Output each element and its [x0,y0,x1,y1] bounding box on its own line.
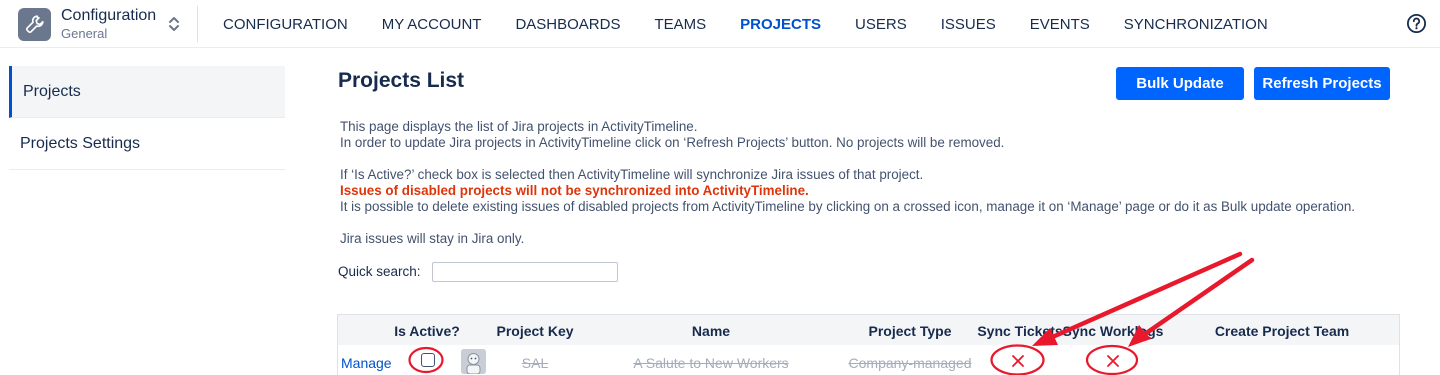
sync-worklogs-disabled-icon[interactable] [1105,353,1121,369]
column-header-sync-tickets[interactable]: Sync Tickets [977,323,1062,339]
nav-item-configuration[interactable]: CONFIGURATION [206,0,365,48]
sidebar-item-projects[interactable]: Projects [9,66,285,118]
description-line: It is possible to delete existing issues… [340,199,1356,214]
column-header-project-key[interactable]: Project Key [496,323,573,339]
app-subtitle: General [61,26,108,41]
nav-item-users[interactable]: USERS [838,0,924,48]
projects-table: Is Active? Project Key Name Project Type… [337,314,1400,375]
column-header-is-active[interactable]: Is Active? [394,323,460,339]
app-switcher[interactable]: Configuration General [18,6,188,42]
description-line: If ‘Is Active?’ check box is selected th… [340,167,924,182]
nav-item-dashboards[interactable]: DASHBOARDS [498,0,637,48]
column-header-sync-worklogs[interactable]: Sync Worklogs [1063,323,1164,339]
quick-search-input[interactable] [432,262,618,282]
column-header-project-type[interactable]: Project Type [869,323,952,339]
main-nav: CONFIGURATION MY ACCOUNT DASHBOARDS TEAM… [206,0,1285,48]
description-line: Jira issues will stay in Jira only. [340,231,525,246]
chevron-up-down-icon [168,15,180,38]
is-active-checkbox[interactable] [421,353,435,367]
top-navigation-bar: Configuration General CONFIGURATION MY A… [0,0,1440,48]
project-type-cell: Company-managed [848,355,972,371]
nav-item-projects[interactable]: PROJECTS [723,0,838,48]
project-name-cell: A Salute to New Workers [633,355,789,371]
question-circle-icon[interactable] [1406,13,1427,34]
description-line: In order to update Jira projects in Acti… [340,135,1005,150]
page-title: Projects List [338,69,465,92]
description-line: This page displays the list of Jira proj… [340,119,698,134]
app-title: Configuration [61,7,157,24]
wrench-icon [18,7,51,41]
project-avatar-icon [461,349,486,374]
nav-item-events[interactable]: EVENTS [1013,0,1107,48]
quick-search-label: Quick search: [338,264,421,279]
refresh-projects-button[interactable]: Refresh Projects [1254,67,1390,100]
sidebar-item-projects-settings[interactable]: Projects Settings [9,118,285,170]
table-header: Is Active? Project Key Name Project Type… [338,315,1399,345]
sync-tickets-disabled-icon[interactable] [1010,353,1026,369]
column-header-name[interactable]: Name [692,323,730,339]
nav-item-synchronization[interactable]: SYNCHRONIZATION [1107,0,1285,48]
nav-item-my-account[interactable]: MY ACCOUNT [365,0,499,48]
bulk-update-button[interactable]: Bulk Update [1116,67,1244,100]
manage-link[interactable]: Manage [341,355,392,371]
warning-text: Issues of disabled projects will not be … [340,183,809,198]
nav-item-issues[interactable]: ISSUES [924,0,1013,48]
project-key-cell: SAL [521,355,549,371]
sidebar: Projects Projects Settings [9,66,285,170]
sidebar-item-label: Projects [23,82,81,100]
topbar-divider [197,6,198,42]
nav-item-teams[interactable]: TEAMS [637,0,723,48]
column-header-create-project-team[interactable]: Create Project Team [1215,323,1349,339]
table-row: Manage SAL A Salute to New Workers Compa… [338,345,1399,375]
sidebar-item-label: Projects Settings [20,134,141,152]
